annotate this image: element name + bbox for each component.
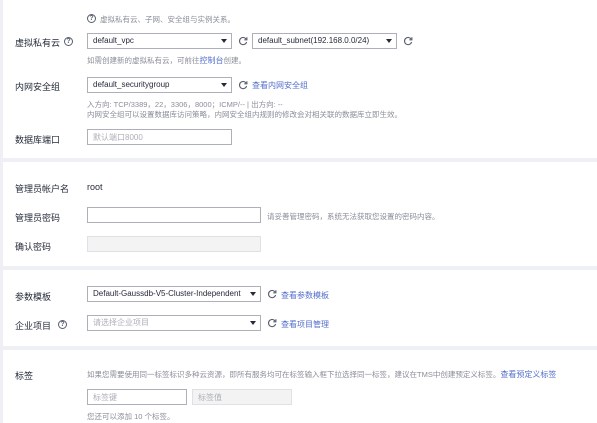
view-param-template-link[interactable]: 查看参数模板 — [281, 290, 329, 301]
refresh-icon[interactable] — [403, 36, 413, 46]
subnet-select[interactable]: default_subnet(192.168.0.0/24) — [252, 33, 397, 49]
enterprise-project-label: 企业项目 — [15, 321, 52, 331]
chevron-down-icon — [221, 83, 227, 87]
security-group-select[interactable]: default_securitygroup — [87, 77, 232, 93]
view-predefined-tags-link[interactable]: 查看预定义标签 — [500, 370, 556, 379]
param-template-label: 参数模板 — [15, 292, 52, 302]
subnet-select-value: default_subnet(192.168.0.0/24) — [258, 36, 370, 45]
db-port-label: 数据库端口 — [15, 135, 61, 145]
chevron-down-icon — [386, 39, 392, 43]
refresh-icon[interactable] — [267, 318, 277, 328]
param-template-select[interactable]: Default-Gaussdb-V5-Cluster-Independent — [87, 286, 261, 302]
confirm-password-label: 确认密码 — [15, 242, 52, 252]
chevron-down-icon — [250, 292, 256, 296]
password-hint: 请妥善管理密码，系统无法获取您设置的密码内容。 — [267, 212, 440, 221]
refresh-icon[interactable] — [238, 80, 248, 90]
view-security-group-link[interactable]: 查看内网安全组 — [252, 80, 308, 91]
vpc-label: 虚拟私有云 — [15, 38, 61, 48]
refresh-icon[interactable] — [238, 36, 248, 46]
security-group-label: 内网安全组 — [15, 82, 61, 92]
enterprise-project-placeholder: 请选择企业项目 — [93, 318, 149, 327]
network-help-text: 虚拟私有云、子网、安全组与实例关系。 — [100, 15, 235, 24]
tag-key-input[interactable] — [87, 389, 187, 405]
vpc-hint-prefix: 如需创建新的虚拟私有云，可前往 — [87, 56, 200, 65]
chevron-down-icon — [221, 39, 227, 43]
vpc-select-value: default_vpc — [93, 36, 134, 45]
admin-password-label: 管理员密码 — [15, 213, 61, 223]
vpc-hint-suffix: 创建。 — [223, 56, 247, 65]
vpc-select[interactable]: default_vpc — [87, 33, 232, 49]
param-template-value: Default-Gaussdb-V5-Cluster-Independent — [93, 289, 241, 298]
tags-section: 标签 如果您需要使用同一标签标识多种云资源，即所有服务均可在标签输入框下拉选择同… — [3, 350, 597, 423]
admin-user-label: 管理员帐户名 — [15, 184, 70, 194]
tags-description-text: 如果您需要使用同一标签标识多种云资源，即所有服务均可在标签输入框下拉选择同一标签… — [87, 370, 501, 379]
chevron-down-icon — [250, 321, 256, 325]
question-circle-icon[interactable]: ? — [87, 14, 96, 23]
console-link[interactable]: 控制台 — [200, 56, 224, 65]
admin-password-input[interactable] — [87, 207, 261, 223]
question-circle-icon[interactable]: ? — [64, 37, 73, 46]
tags-description: 如果您需要使用同一标签标识多种云资源，即所有服务均可在标签输入框下拉选择同一标签… — [87, 369, 556, 380]
refresh-icon[interactable] — [267, 289, 277, 299]
tags-label: 标签 — [15, 371, 34, 381]
db-port-input[interactable] — [87, 129, 232, 145]
network-section: ? 虚拟私有云、子网、安全组与实例关系。 虚拟私有云 ? default_vpc… — [3, 0, 597, 158]
admin-user-value: root — [87, 182, 103, 192]
tags-remaining-text: 您还可以添加 10 个标签。 — [87, 412, 175, 421]
params-section: 参数模板 Default-Gaussdb-V5-Cluster-Independ… — [3, 270, 597, 346]
enterprise-project-select[interactable]: 请选择企业项目 — [87, 315, 261, 331]
vpc-hint: 如需创建新的虚拟私有云，可前往控制台创建。 — [87, 55, 246, 66]
security-group-note: 内网安全组可以设置数据库访问策略，内网安全组内规则的修改会对相关联的数据库立即生… — [87, 110, 402, 119]
tag-value-input[interactable] — [192, 389, 292, 405]
security-group-value: default_securitygroup — [93, 80, 170, 89]
admin-section: 管理员帐户名 root 管理员密码 请妥善管理密码，系统无法获取您设置的密码内容… — [3, 162, 597, 266]
question-circle-icon[interactable]: ? — [58, 320, 67, 329]
view-project-management-link[interactable]: 查看项目管理 — [281, 319, 329, 330]
confirm-password-input[interactable] — [87, 236, 261, 252]
